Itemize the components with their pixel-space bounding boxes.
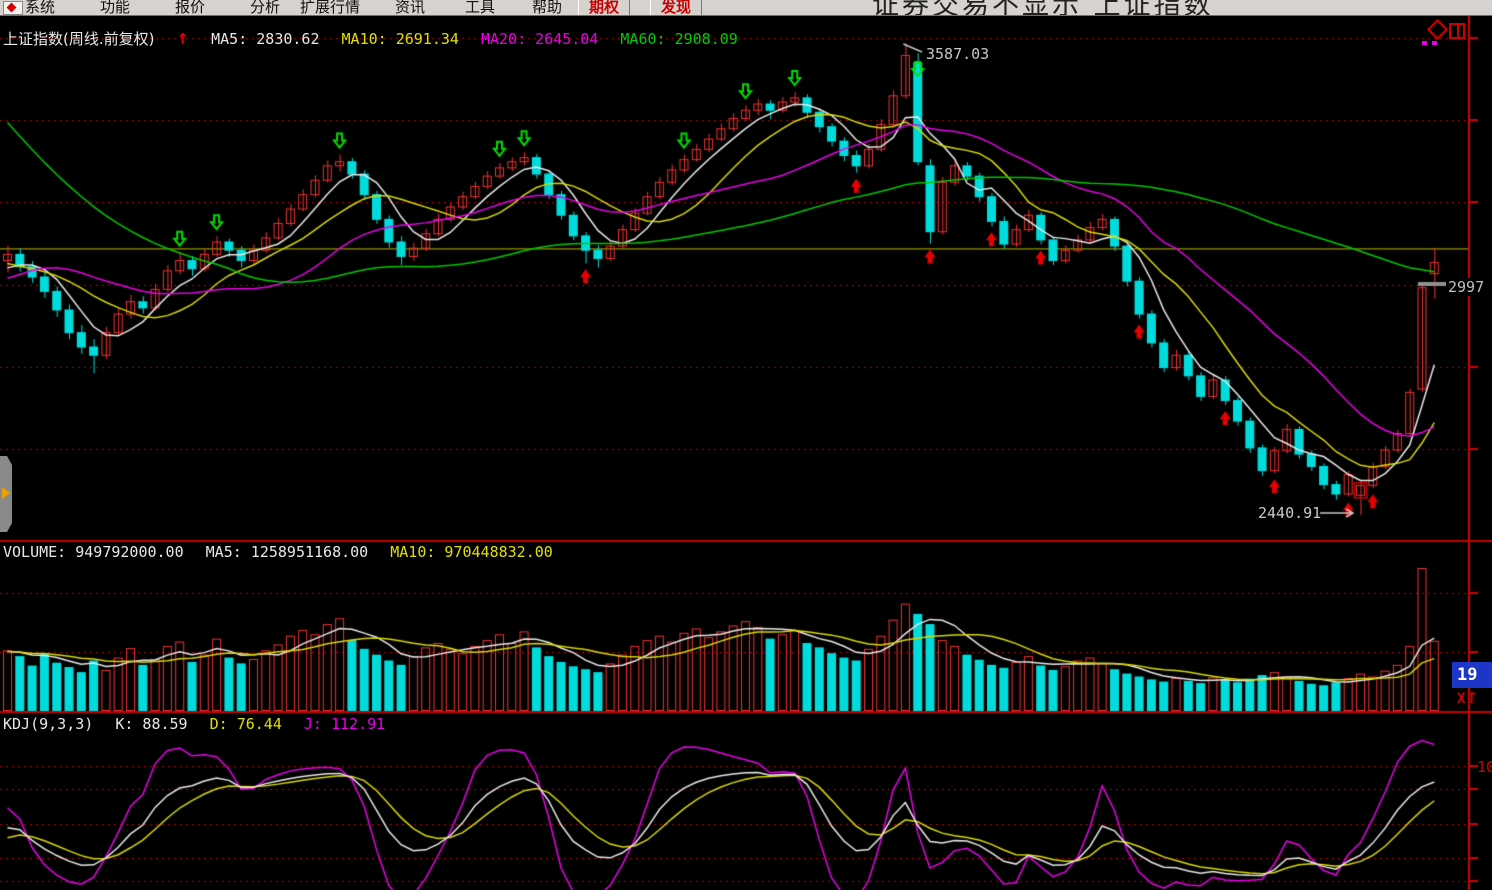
- sidebar-expand-handle[interactable]: [0, 456, 12, 532]
- menu-item-system[interactable]: 系统: [25, 0, 55, 16]
- menu-item-help[interactable]: 帮助: [532, 0, 562, 16]
- menu-item-ext-quotes[interactable]: 扩展行情: [300, 0, 360, 16]
- app-icon[interactable]: [3, 1, 23, 15]
- menu-item-info[interactable]: 资讯: [395, 0, 425, 16]
- window-layout-icon[interactable]: [1449, 23, 1465, 39]
- menu-item-option[interactable]: 期权: [578, 0, 630, 15]
- app-logo-icon: [7, 3, 17, 13]
- menu-item-quotes[interactable]: 报价: [175, 0, 205, 16]
- chart-canvas[interactable]: [0, 0, 1492, 890]
- magenta-dot-icon: [1422, 41, 1427, 45]
- menu-item-tools[interactable]: 工具: [465, 0, 495, 16]
- window-divider: [1457, 25, 1459, 37]
- menu-item-analysis[interactable]: 分析: [250, 0, 280, 16]
- menu-item-function[interactable]: 功能: [100, 0, 130, 16]
- window-title: 证券交易不显示 上证指数: [872, 0, 1214, 16]
- menu-item-discover[interactable]: 发现: [650, 0, 702, 15]
- magenta-dot-icon: [1432, 41, 1437, 45]
- expand-arrow-icon: [2, 487, 10, 499]
- menu-bar: 系统 功能 报价 分析 扩展行情 资讯 工具 帮助 期权 发现 证券交易不显示 …: [0, 0, 1492, 16]
